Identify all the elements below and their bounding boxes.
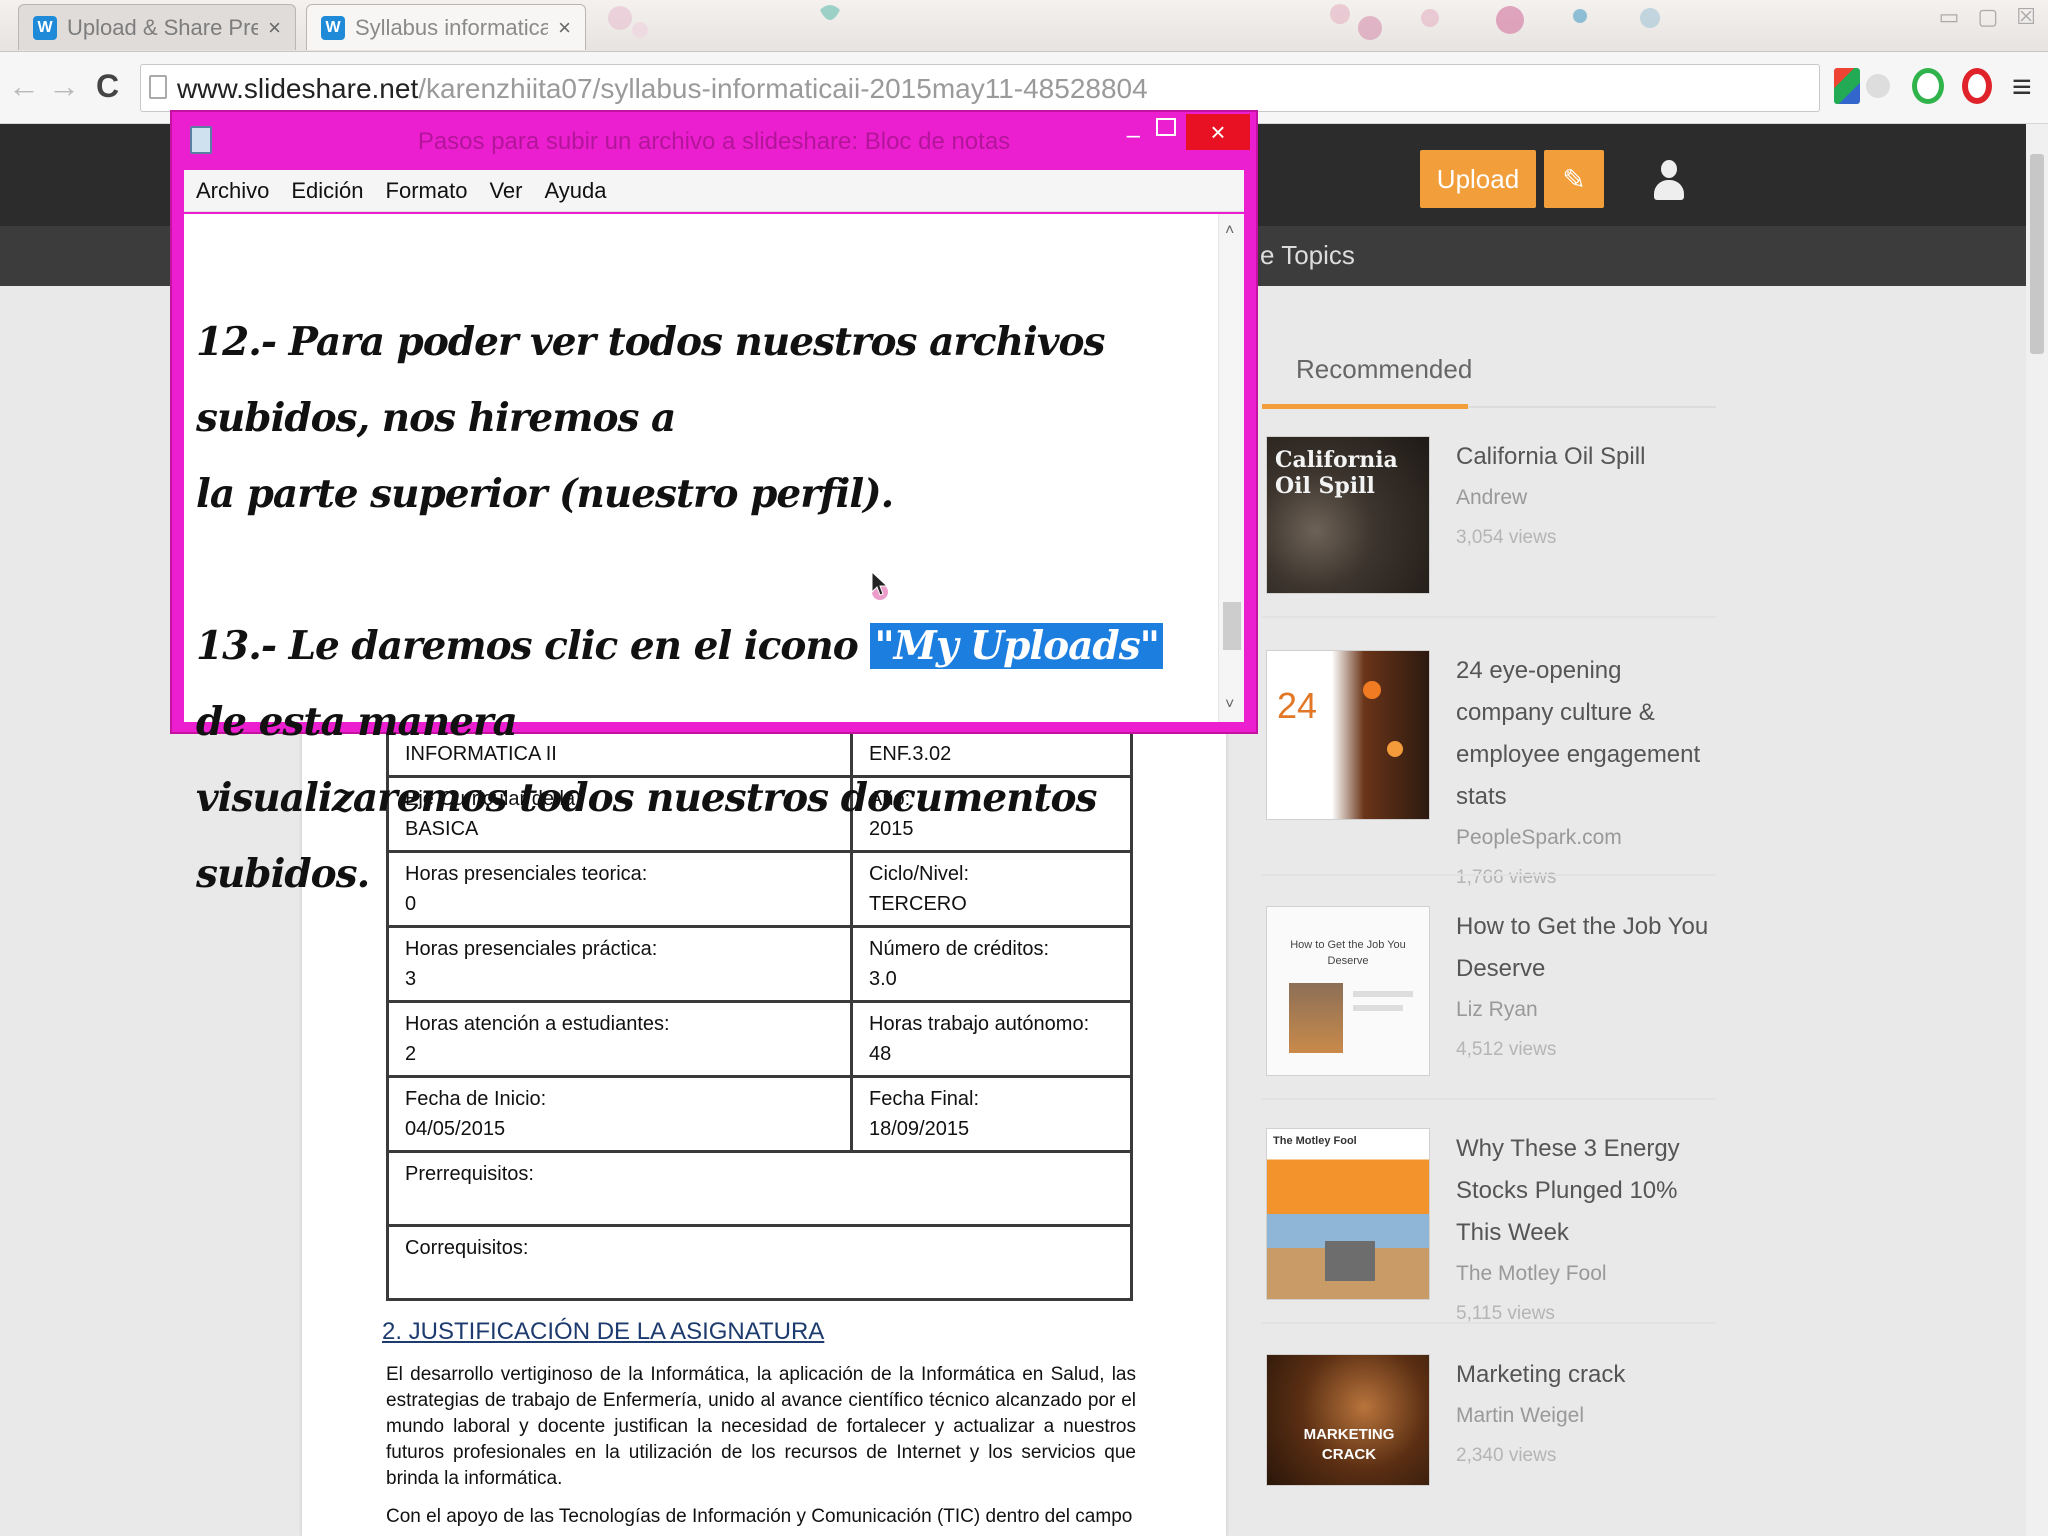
reload-icon[interactable]: C	[96, 68, 119, 105]
recommended-author[interactable]: The Motley Fool	[1456, 1254, 1716, 1294]
text-line: 13.- Le daremos clic en el icono "My Upl…	[196, 608, 1206, 760]
section-title: 2. JUSTIFICACIÓN DE LA ASIGNATURA	[382, 1318, 825, 1345]
menu-ver[interactable]: Ver	[489, 178, 522, 204]
notepad-text-area[interactable]: 12.- Para poder ver todos nuestros archi…	[184, 214, 1244, 897]
page-icon	[149, 75, 167, 99]
recommended-views: 2,340 views	[1456, 1445, 1557, 1466]
notepad-content[interactable]: 12.- Para poder ver todos nuestros archi…	[196, 304, 1206, 912]
window-controls: ▭ ▢ ☒	[1939, 4, 2036, 30]
page-scroll-thumb[interactable]	[2030, 154, 2044, 354]
extension-green-icon[interactable]	[1912, 68, 1944, 104]
syllabus-row: Horas atención a estudiantes: 2 Horas tra…	[386, 1000, 1133, 1078]
menu-archivo[interactable]: Archivo	[196, 178, 269, 204]
prerequisites-cell: Prerrequisitos:	[386, 1150, 1133, 1227]
explore-topics-link[interactable]: e Topics	[1260, 240, 1355, 271]
close-window-icon[interactable]: ☒	[2016, 4, 2036, 30]
divider	[1262, 874, 1716, 876]
syllabus-value: Número de créditos: 3.0	[850, 925, 1133, 1003]
browser-tab-syllabus[interactable]: W Syllabus informatica-ii 20 ×	[306, 4, 586, 50]
recommended-author[interactable]: Martin Weigel	[1456, 1396, 1716, 1436]
mouse-cursor-icon	[871, 570, 889, 600]
slideshare-icon: W	[33, 15, 57, 40]
divider	[1262, 1322, 1716, 1324]
clip-button[interactable]: ✎	[1544, 150, 1604, 208]
forward-icon[interactable]: →	[48, 68, 80, 105]
recommended-title[interactable]: California Oil Spill	[1456, 436, 1716, 478]
opera-icon[interactable]	[1962, 68, 1992, 104]
tab-close-icon[interactable]: ×	[558, 15, 571, 41]
recommended-title[interactable]: How to Get the Job You Deserve	[1456, 906, 1716, 990]
notepad-titlebar[interactable]: Pasos para subir un archivo a slideshare…	[172, 112, 1256, 168]
syllabus-field: Fecha de Inicio: 04/05/2015	[386, 1075, 853, 1153]
notepad-scrollbar[interactable]: ˄ ˅	[1218, 214, 1244, 722]
syllabus-value: Fecha Final: 18/09/2015	[850, 1075, 1133, 1153]
url-text: www.slideshare.net/karenzhiita07/syllabu…	[177, 73, 1148, 105]
thumbnail-energy-stocks[interactable]: The Motley Fool	[1266, 1128, 1430, 1300]
corequisites-cell: Correquisitos:	[386, 1224, 1133, 1301]
thumbnail-marketing-crack[interactable]: MARKETING CRACK	[1266, 1354, 1430, 1486]
user-profile-icon[interactable]	[1652, 160, 1686, 202]
browser-tab-upload[interactable]: W Upload & Share Presenta ×	[18, 4, 296, 50]
back-icon[interactable]: ←	[8, 68, 40, 105]
bookmark-star-icon[interactable]	[1866, 74, 1890, 98]
maximize-icon[interactable]: ▢	[1977, 4, 1998, 30]
slideshare-icon: W	[321, 15, 345, 40]
recommended-author[interactable]: Andrew	[1456, 478, 1716, 518]
divider	[1262, 616, 1716, 618]
text-line: 12.- Para poder ver todos nuestros archi…	[196, 319, 1105, 441]
minimize-icon[interactable]: –	[1127, 122, 1140, 150]
url-host: www.slideshare.net	[177, 73, 419, 104]
address-bar[interactable]: www.slideshare.net/karenzhiita07/syllabu…	[140, 64, 1820, 112]
tab-title: Upload & Share Presenta	[67, 14, 258, 40]
notepad-scroll-thumb[interactable]	[1223, 602, 1241, 650]
tab-close-icon[interactable]: ×	[268, 15, 281, 41]
thumbnail-get-the-job[interactable]: How to Get the Job You Deserve	[1266, 906, 1430, 1076]
notepad-menubar: Archivo Edición Formato Ver Ayuda	[184, 170, 1244, 212]
recommended-views: 3,054 views	[1456, 527, 1557, 548]
recommended-views: 4,512 views	[1456, 1039, 1557, 1060]
selected-text: "My Uploads"	[870, 623, 1163, 669]
menu-formato[interactable]: Formato	[386, 178, 468, 204]
tic-paragraph: Con el apoyo de las Tecnologías de Infor…	[386, 1506, 1133, 1527]
text-line: visualizaremos todos nuestros documentos…	[196, 775, 1098, 897]
upload-button[interactable]: Upload	[1420, 150, 1536, 208]
recommended-views: 5,115 views	[1456, 1303, 1555, 1324]
recommended-heading[interactable]: Recommended	[1296, 354, 1472, 385]
recommended-title[interactable]: Why These 3 Energy Stocks Plunged 10% Th…	[1456, 1128, 1716, 1254]
justification-paragraph: El desarrollo vertiginoso de la Informát…	[386, 1364, 1136, 1489]
maximize-icon[interactable]	[1156, 118, 1176, 136]
notepad-window[interactable]: Pasos para subir un archivo a slideshare…	[170, 110, 1258, 897]
recommended-author[interactable]: Liz Ryan	[1456, 990, 1716, 1030]
thumbnail-california-oil-spill[interactable]: California Oil Spill	[1266, 436, 1430, 594]
syllabus-row: Horas presenciales práctica: 3 Número de …	[386, 925, 1133, 1003]
syllabus-field: Horas atención a estudiantes: 2	[386, 1000, 853, 1078]
url-path: /karenzhiita07/syllabus-informaticaii-20…	[418, 73, 1148, 104]
divider	[1262, 1098, 1716, 1100]
menu-edicion[interactable]: Edición	[291, 178, 363, 204]
notepad-title: Pasos para subir un archivo a slideshare…	[417, 128, 1011, 155]
recommended-title[interactable]: Marketing crack	[1456, 1354, 1716, 1396]
active-tab-underline	[1262, 404, 1468, 409]
text-line: la parte superior (nuestro perfil).	[196, 471, 894, 517]
menu-icon[interactable]: ≡	[2012, 68, 2032, 107]
syllabus-field: Horas presenciales práctica: 3	[386, 925, 853, 1003]
extension-icon[interactable]	[1834, 68, 1860, 104]
scroll-up-icon[interactable]: ˄	[1225, 222, 1234, 240]
floral-theme-decoration	[608, 4, 1660, 40]
page-scrollbar[interactable]	[2026, 124, 2048, 1536]
minimize-icon[interactable]: ▭	[1939, 4, 1960, 30]
tab-title: Syllabus informatica-ii 20	[355, 14, 548, 40]
browser-tab-strip: W Upload & Share Presenta × W Syllabus i…	[0, 0, 2048, 52]
recommended-title[interactable]: 24 eye-opening company culture & employe…	[1456, 650, 1716, 818]
menu-ayuda[interactable]: Ayuda	[544, 178, 606, 204]
recommended-author[interactable]: PeopleSpark.com	[1456, 818, 1716, 858]
thumbnail-culture-stats[interactable]: 24	[1266, 650, 1430, 820]
syllabus-row: Fecha de Inicio: 04/05/2015 Fecha Final: …	[386, 1075, 1133, 1153]
syllabus-value: Horas trabajo autónomo: 48	[850, 1000, 1133, 1078]
close-button[interactable]: ×	[1186, 114, 1250, 150]
recommended-views: 1,766 views	[1456, 867, 1557, 888]
scroll-down-icon[interactable]: ˅	[1225, 696, 1234, 714]
recommended-sidebar: Recommended California Oil Spill Califor…	[1262, 326, 1716, 1536]
